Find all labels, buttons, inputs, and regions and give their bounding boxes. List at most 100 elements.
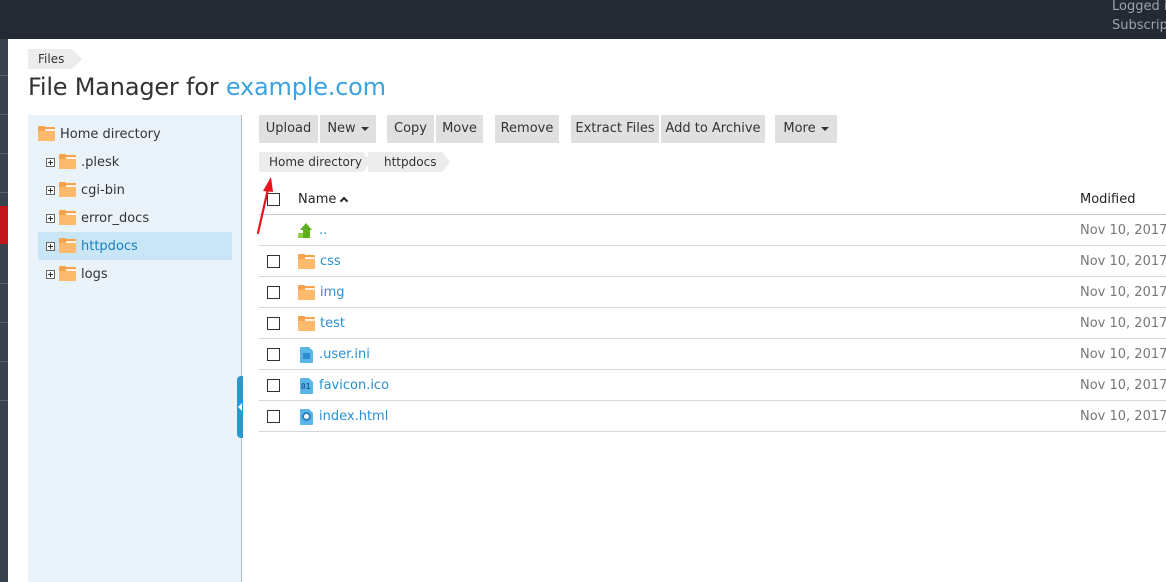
subscription-text[interactable]: Subscription: [1112, 16, 1166, 35]
expand-icon[interactable]: [46, 185, 55, 195]
file-name-link[interactable]: test: [298, 308, 345, 339]
file-name: favicon.ico: [319, 378, 390, 393]
html-file-icon: [300, 408, 313, 425]
row-checkbox[interactable]: [267, 348, 280, 361]
modified-date: Nov 10, 2017 0: [1080, 254, 1166, 269]
nav-divider: [0, 114, 8, 115]
breadcrumb-files[interactable]: Files: [28, 49, 83, 69]
nav-divider: [0, 322, 8, 323]
file-name-link[interactable]: img: [298, 277, 345, 308]
expand-icon[interactable]: [46, 269, 55, 279]
new-dropdown-button[interactable]: New: [320, 115, 376, 143]
select-all-checkbox[interactable]: [267, 193, 280, 206]
caret-down-icon: [360, 126, 369, 131]
file-name-link[interactable]: ..: [298, 215, 327, 246]
file-list-table: Name Modified .. Nov 10, 2017 0 css Nov …: [259, 184, 1166, 432]
expand-icon[interactable]: [46, 241, 55, 251]
table-row[interactable]: 01 favicon.ico Nov 10, 2017 0: [259, 370, 1166, 401]
path-crumb-httpdocs[interactable]: httpdocs: [368, 152, 450, 172]
file-name: img: [320, 285, 345, 300]
tree-item-label: logs: [81, 266, 108, 282]
new-label: New: [327, 121, 356, 136]
upload-button[interactable]: Upload: [259, 115, 318, 143]
table-row[interactable]: index.html Nov 10, 2017 0: [259, 401, 1166, 432]
nav-divider: [0, 361, 8, 362]
row-checkbox[interactable]: [267, 379, 280, 392]
file-name-link[interactable]: .user.ini: [298, 339, 370, 370]
path-crumb-home[interactable]: Home directory: [259, 152, 371, 172]
column-header-name[interactable]: Name: [298, 184, 349, 215]
modified-date: Nov 10, 2017 0: [1080, 409, 1166, 424]
more-dropdown-button[interactable]: More: [775, 115, 837, 143]
tree-item-home[interactable]: Home directory: [32, 120, 226, 148]
folder-icon: [59, 266, 76, 281]
modified-date: Nov 10, 2017 0: [1080, 378, 1166, 393]
folder-icon: [298, 284, 315, 300]
sort-ascending-icon: [340, 196, 349, 205]
more-label: More: [783, 121, 816, 136]
remove-button[interactable]: Remove: [495, 115, 559, 143]
tree-item-error-docs[interactable]: error_docs: [38, 204, 232, 232]
modified-date: Nov 10, 2017 0: [1080, 223, 1166, 238]
file-name-link[interactable]: index.html: [298, 401, 388, 432]
tree-item-label: Home directory: [60, 126, 161, 142]
modified-date: Nov 10, 2017 0: [1080, 347, 1166, 362]
folder-icon: [38, 126, 55, 141]
folder-icon: [59, 210, 76, 225]
add-to-archive-button[interactable]: Add to Archive: [661, 115, 765, 143]
copy-button[interactable]: Copy: [387, 115, 434, 143]
table-row[interactable]: .. Nov 10, 2017 0: [259, 215, 1166, 246]
page-title-prefix: File Manager for: [28, 73, 219, 101]
text-file-icon: [300, 346, 313, 363]
file-name-link[interactable]: 01 favicon.ico: [298, 370, 389, 401]
extract-files-button[interactable]: Extract Files: [571, 115, 659, 143]
modified-date: Nov 10, 2017 0: [1080, 285, 1166, 300]
modified-date: Nov 10, 2017 0: [1080, 316, 1166, 331]
top-header-bar: Logged in Subscription: [0, 0, 1166, 39]
nav-item-active[interactable]: [0, 206, 8, 244]
row-checkbox[interactable]: [267, 410, 280, 423]
file-name: .user.ini: [319, 347, 370, 362]
file-name: index.html: [319, 409, 389, 424]
folder-icon: [298, 315, 315, 331]
nav-divider: [0, 400, 8, 401]
column-name-label: Name: [298, 192, 337, 207]
folder-icon: [59, 154, 76, 169]
file-name: test: [320, 316, 345, 331]
file-name-link[interactable]: css: [298, 246, 341, 277]
nav-divider: [0, 153, 8, 154]
tree-item-httpdocs[interactable]: httpdocs: [38, 232, 232, 260]
table-row[interactable]: .user.ini Nov 10, 2017 0: [259, 339, 1166, 370]
tree-item-cgi-bin[interactable]: cgi-bin: [38, 176, 232, 204]
domain-link[interactable]: example.com: [226, 73, 386, 101]
move-button[interactable]: Move: [436, 115, 483, 143]
folder-icon: [59, 182, 76, 197]
up-arrow-icon: [298, 222, 314, 239]
directory-tree: Home directory .plesk cgi-bin error_docs…: [28, 115, 242, 582]
page-title: File Manager for example.com: [28, 73, 386, 101]
tree-item-plesk[interactable]: .plesk: [38, 148, 232, 176]
file-name: css: [320, 254, 341, 269]
caret-down-icon: [820, 126, 829, 131]
main-content: Files File Manager for example.com Home …: [8, 39, 1166, 582]
tree-item-label: cgi-bin: [81, 182, 125, 198]
table-row[interactable]: test Nov 10, 2017 0: [259, 308, 1166, 339]
logged-in-text: Logged in: [1112, 0, 1166, 14]
folder-icon: [59, 238, 76, 253]
tree-item-label: httpdocs: [81, 238, 138, 254]
row-checkbox[interactable]: [267, 255, 280, 268]
row-checkbox[interactable]: [267, 317, 280, 330]
tree-item-label: error_docs: [81, 210, 150, 226]
column-header-modified[interactable]: Modified: [1080, 184, 1135, 215]
tree-item-logs[interactable]: logs: [38, 260, 232, 288]
nav-divider: [0, 283, 8, 284]
nav-divider: [0, 192, 8, 193]
nav-divider: [0, 75, 8, 76]
expand-icon[interactable]: [46, 157, 55, 167]
expand-icon[interactable]: [46, 213, 55, 223]
row-checkbox[interactable]: [267, 286, 280, 299]
table-row[interactable]: img Nov 10, 2017 0: [259, 277, 1166, 308]
binary-file-icon: 01: [300, 377, 313, 394]
collapse-tree-handle[interactable]: [237, 376, 243, 438]
table-row[interactable]: css Nov 10, 2017 0: [259, 246, 1166, 277]
